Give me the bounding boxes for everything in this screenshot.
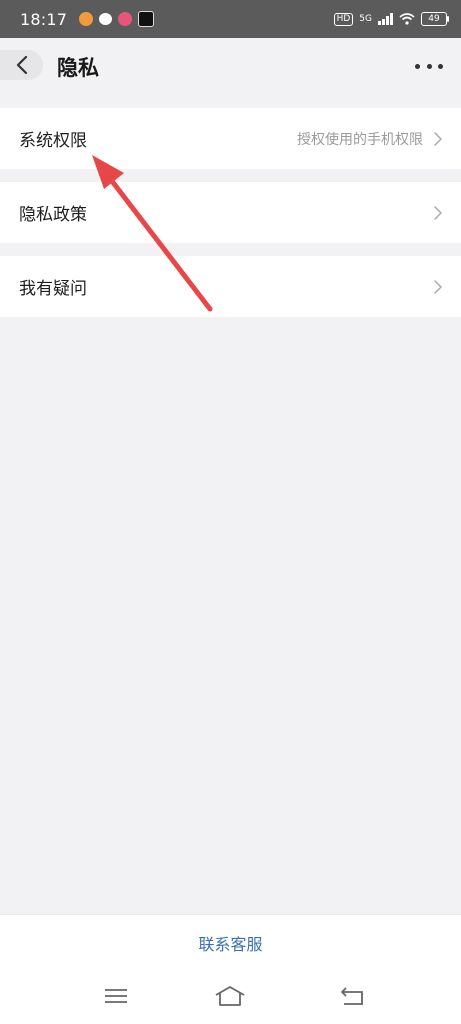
more-button[interactable]: [415, 54, 443, 78]
network-label: 5G: [359, 14, 372, 24]
status-bar: 18:17 HD 5G 49: [0, 0, 461, 38]
status-app-icons: [79, 11, 155, 27]
footer: 联系客服: [0, 914, 461, 971]
list-item-label: 我有疑问: [19, 279, 87, 299]
signal-icon: [378, 13, 393, 25]
list-item-questions[interactable]: 我有疑问: [0, 256, 461, 317]
battery-icon: 49: [421, 12, 449, 26]
chevron-left-icon: [16, 56, 27, 74]
chevron-right-icon: [434, 131, 442, 146]
back-button[interactable]: [0, 50, 43, 80]
system-nav-bar: [0, 970, 461, 1024]
status-indicators: HD 5G 49: [333, 12, 449, 26]
more-dots-icon: [415, 63, 420, 69]
list-item-label: 隐私政策: [19, 205, 87, 225]
chevron-right-icon: [434, 279, 442, 294]
app-notification-icon: [79, 12, 94, 26]
home-icon[interactable]: [213, 984, 247, 1008]
list-item-system-permissions[interactable]: 系统权限 授权使用的手机权限: [0, 108, 461, 169]
back-nav-icon[interactable]: [338, 984, 368, 1008]
hd-icon: HD: [333, 12, 354, 26]
status-time: 18:17: [20, 9, 68, 29]
contact-support-link[interactable]: 联系客服: [198, 931, 262, 955]
list-item-description: 授权使用的手机权限: [297, 131, 423, 148]
heart-app-icon: [118, 12, 133, 26]
list-item-privacy-policy[interactable]: 隐私政策: [0, 182, 461, 243]
chevron-right-icon: [434, 205, 442, 220]
nav-bar: 隐私: [0, 38, 461, 98]
wifi-icon: [399, 13, 415, 25]
tiktok-icon: [138, 11, 155, 27]
menu-icon[interactable]: [101, 984, 131, 1008]
list-item-label: 系统权限: [19, 131, 87, 151]
chat-bubble-icon: [99, 13, 113, 25]
page-title: 隐私: [57, 56, 99, 80]
